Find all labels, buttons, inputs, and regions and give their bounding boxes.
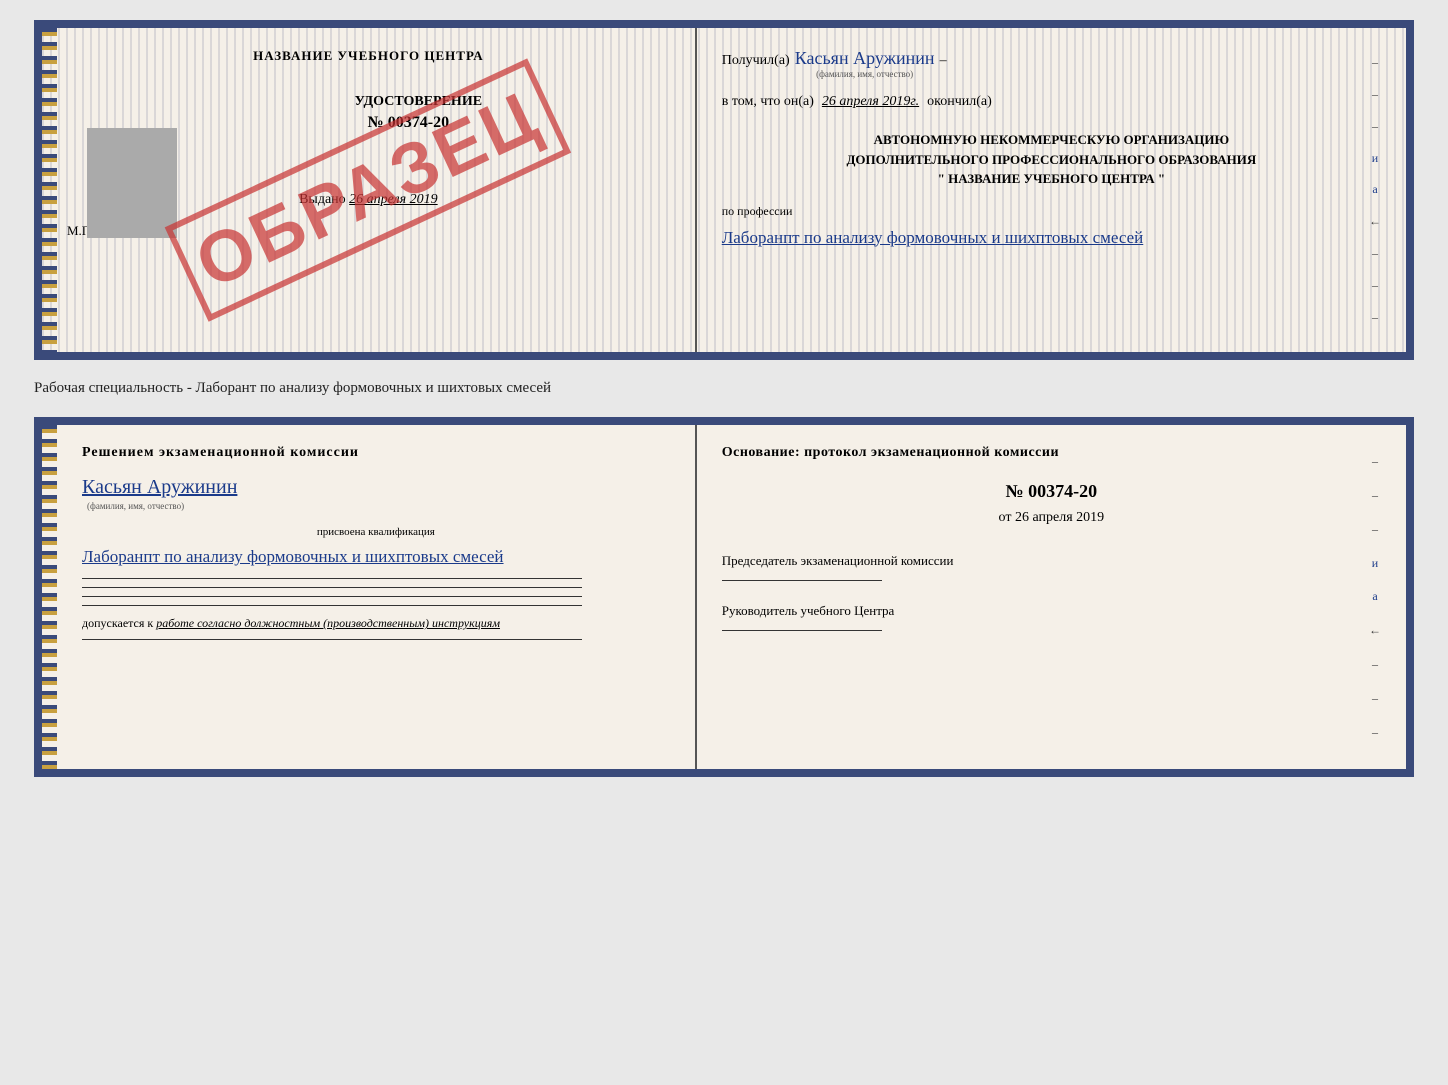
line3 — [82, 596, 582, 597]
date-line: в том, что он(а) 26 апреля 2019г. окончи… — [722, 94, 1381, 110]
допускается-value: работе согласно должностным (производств… — [156, 616, 500, 630]
qualification-value: Лаборанпт по анализу формовочных и шихпт… — [82, 543, 670, 570]
name-section: Касьян Аружинин (фамилия, имя, отчество) — [82, 476, 670, 511]
profession-value: Лаборанпт по анализу формовочных и шихпт… — [722, 224, 1381, 251]
cert-type: УДОСТОВЕРЕНИЕ — [167, 94, 670, 110]
line5 — [82, 639, 582, 640]
top-document: НАЗВАНИЕ УЧЕБНОГО ЦЕНТРА УДОСТОВЕРЕНИЕ №… — [34, 20, 1414, 360]
top-doc-right: Получил(а) Касьян Аружинин (фамилия, имя… — [697, 28, 1406, 352]
dash1: – — [940, 53, 947, 69]
org-line3: " НАЗВАНИЕ УЧЕБНОГО ЦЕНТРА " — [722, 169, 1381, 189]
issued-label: Выдано — [299, 192, 346, 207]
org-name: АВТОНОМНУЮ НЕКОММЕРЧЕСКУЮ ОРГАНИЗАЦИЮ ДО… — [722, 130, 1381, 189]
cert-number: № 00374-20 — [147, 114, 670, 132]
chairman-block: Председатель экзаменационной комиссии — [722, 551, 1381, 581]
certificate-wrapper: НАЗВАНИЕ УЧЕБНОГО ЦЕНТРА УДОСТОВЕРЕНИЕ №… — [34, 20, 1414, 777]
bottom-right-dashes: – – – и а ← – – – — [1369, 425, 1381, 769]
osnovaniye: Основание: протокол экзаменационной коми… — [722, 445, 1381, 461]
line1 — [82, 578, 582, 579]
received-line: Получил(а) Касьян Аружинин (фамилия, имя… — [722, 48, 1381, 79]
bottom-name: Касьян Аружинин — [82, 476, 670, 499]
received-label: Получил(а) — [722, 53, 790, 69]
photo-placeholder — [87, 128, 177, 238]
protocol-date: от 26 апреля 2019 — [722, 510, 1381, 526]
date-prefix: в том, что он(а) — [722, 94, 814, 110]
director-signature-line — [722, 630, 882, 631]
date-value: 26 апреля 2019г. — [822, 94, 919, 110]
допускается: допускается к работе согласно должностны… — [82, 616, 670, 631]
specialty-text: Рабочая специальность - Лаборант по анал… — [34, 372, 1414, 405]
date-suffix: окончил(а) — [927, 94, 992, 110]
cert-title: НАЗВАНИЕ УЧЕБНОГО ЦЕНТРА — [67, 48, 670, 64]
recipient-name: Касьян Аружинин — [795, 48, 935, 68]
line2 — [82, 587, 582, 588]
line4 — [82, 605, 582, 606]
qualification-label: присвоена квалификация — [82, 526, 670, 538]
director-label: Руководитель учебного Центра — [722, 601, 1381, 622]
decision-title: Решением экзаменационной комиссии — [82, 445, 670, 461]
protocol-date-value: 26 апреля 2019 — [1015, 510, 1104, 525]
issued-date: 26 апреля 2019 — [349, 192, 437, 207]
protocol-number: № 00374-20 — [722, 481, 1381, 502]
top-doc-left: НАЗВАНИЕ УЧЕБНОГО ЦЕНТРА УДОСТОВЕРЕНИЕ №… — [42, 28, 697, 352]
protocol-date-prefix: от — [999, 510, 1012, 525]
name-subtext: (фамилия, имя, отчество) — [795, 69, 935, 79]
org-line1: АВТОНОМНУЮ НЕКОММЕРЧЕСКУЮ ОРГАНИЗАЦИЮ — [722, 130, 1381, 150]
org-line2: ДОПОЛНИТЕЛЬНОГО ПРОФЕССИОНАЛЬНОГО ОБРАЗО… — [722, 150, 1381, 170]
bottom-document: Решением экзаменационной комиссии Касьян… — [34, 417, 1414, 777]
director-block: Руководитель учебного Центра — [722, 601, 1381, 631]
profession-label: по профессии — [722, 204, 1381, 219]
bottom-doc-left: Решением экзаменационной комиссии Касьян… — [42, 425, 697, 769]
fio-label: (фамилия, имя, отчество) — [82, 501, 670, 511]
chairman-label: Председатель экзаменационной комиссии — [722, 551, 1381, 572]
chairman-signature-line — [722, 580, 882, 581]
допускается-prefix: допускается к — [82, 616, 153, 630]
bottom-doc-right: Основание: протокол экзаменационной коми… — [697, 425, 1406, 769]
